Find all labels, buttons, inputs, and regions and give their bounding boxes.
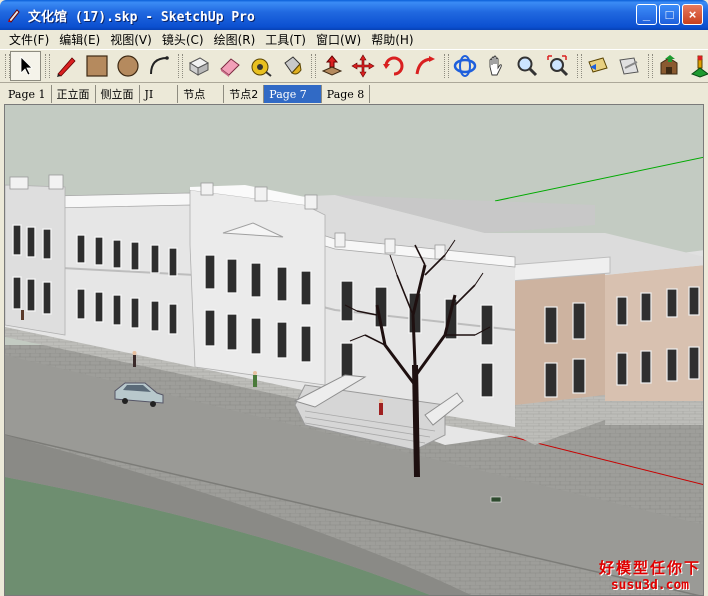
- rectangle-tool-button[interactable]: [81, 51, 112, 81]
- scene-tabs: Page 1 正立面 侧立面 JI 节点 节点2 Page 7 Page 8: [0, 83, 708, 103]
- menu-bar: 文件(F) 编辑(E) 视图(V) 镜头(C) 绘图(R) 工具(T) 窗口(W…: [0, 30, 708, 49]
- menu-camera[interactable]: 镜头(C): [157, 31, 209, 48]
- warehouse-tool-button[interactable]: [653, 51, 684, 81]
- minimize-icon: _: [642, 7, 651, 22]
- watermark-title: 好模型任你下: [598, 559, 701, 577]
- arc-icon: [149, 56, 169, 75]
- main-toolbar: [0, 49, 708, 83]
- tape-measure-tool-button[interactable]: [245, 51, 276, 81]
- tape-measure-icon: [251, 58, 272, 77]
- menu-view[interactable]: 视图(V): [105, 31, 157, 48]
- toolbar-group-views: [576, 51, 647, 81]
- menu-edit[interactable]: 编辑(E): [54, 31, 105, 48]
- building-scene: [5, 105, 703, 595]
- circle-icon: [116, 55, 139, 77]
- previous-view-icon: [587, 57, 608, 73]
- ground-sign: [490, 496, 502, 503]
- push-pull-icon: [321, 55, 342, 76]
- watermark-url: susu3d.com: [610, 578, 690, 593]
- select-tool-button[interactable]: [10, 51, 41, 81]
- toolbar-group-select: [4, 51, 44, 81]
- pan-tool-button[interactable]: [480, 51, 511, 81]
- location-pin-icon: [690, 55, 708, 78]
- paint-bucket-icon: [283, 56, 302, 75]
- arrow-icon: [20, 56, 33, 76]
- geo-location-tool-button[interactable]: [684, 51, 708, 81]
- toolbar-group-warehouse: [647, 51, 708, 81]
- previous-view-tool-button[interactable]: [582, 51, 613, 81]
- close-button[interactable]: ×: [682, 4, 703, 25]
- warehouse-icon: [660, 55, 677, 75]
- pencil-icon: [56, 57, 76, 77]
- watermark: 好模型任你下 susu3d.com: [599, 557, 701, 593]
- close-icon: ×: [688, 7, 697, 22]
- circle-tool-button[interactable]: [112, 51, 143, 81]
- rotate-icon: [382, 56, 403, 76]
- toolbar-group-camera: [443, 51, 576, 81]
- tab-page-1[interactable]: Page 1: [3, 85, 52, 103]
- next-view-tool-button[interactable]: [613, 51, 644, 81]
- rotate-tool-button[interactable]: [378, 51, 409, 81]
- tab-node[interactable]: 节点: [178, 85, 225, 103]
- menu-file[interactable]: 文件(F): [4, 31, 54, 48]
- minimize-button[interactable]: _: [636, 4, 657, 25]
- toolbar-group-draw: [44, 51, 177, 81]
- zoom-extents-icon: [546, 55, 568, 77]
- follow-me-tool-button[interactable]: [409, 51, 440, 81]
- orbit-tool-button[interactable]: [449, 51, 480, 81]
- make-component-tool-button[interactable]: [183, 51, 214, 81]
- hand-icon: [489, 55, 502, 76]
- eraser-icon: [219, 58, 240, 77]
- arc-tool-button[interactable]: [143, 51, 174, 81]
- push-pull-tool-button[interactable]: [316, 51, 347, 81]
- zoom-tool-button[interactable]: [511, 51, 542, 81]
- tab-side-elevation[interactable]: 侧立面: [96, 85, 140, 103]
- move-icon: [350, 54, 375, 78]
- maximize-icon: □: [665, 7, 674, 22]
- zoom-extents-tool-button[interactable]: [542, 51, 573, 81]
- window-title: 文化馆 (17).skp - SketchUp Pro: [28, 9, 255, 25]
- magnifier-icon: [517, 56, 537, 77]
- next-view-icon: [618, 57, 639, 75]
- paint-bucket-tool-button[interactable]: [276, 51, 307, 81]
- maximize-button[interactable]: □: [659, 4, 680, 25]
- follow-me-icon: [415, 56, 435, 75]
- line-tool-button[interactable]: [50, 51, 81, 81]
- model-viewport[interactable]: 好模型任你下 susu3d.com: [4, 104, 704, 596]
- tab-front-elevation[interactable]: 正立面: [52, 85, 96, 103]
- tab-ji[interactable]: JI: [140, 85, 179, 103]
- tab-page-8[interactable]: Page 8: [322, 85, 371, 103]
- component-icon: [188, 57, 209, 76]
- menu-window[interactable]: 窗口(W): [311, 31, 366, 48]
- menu-help[interactable]: 帮助(H): [366, 31, 418, 48]
- menu-draw[interactable]: 绘图(R): [209, 31, 261, 48]
- eraser-tool-button[interactable]: [214, 51, 245, 81]
- tab-page-7[interactable]: Page 7: [264, 85, 322, 103]
- move-tool-button[interactable]: [347, 51, 378, 81]
- orbit-icon: [453, 55, 476, 77]
- toolbar-group-edit: [177, 51, 310, 81]
- rectangle-icon: [85, 55, 108, 77]
- toolbar-group-modify: [310, 51, 443, 81]
- sketchup-app-icon[interactable]: [6, 7, 22, 23]
- tab-node-2[interactable]: 节点2: [224, 85, 265, 103]
- menu-tools[interactable]: 工具(T): [260, 31, 311, 48]
- title-bar: 文化馆 (17).skp - SketchUp Pro _ □ ×: [0, 0, 708, 30]
